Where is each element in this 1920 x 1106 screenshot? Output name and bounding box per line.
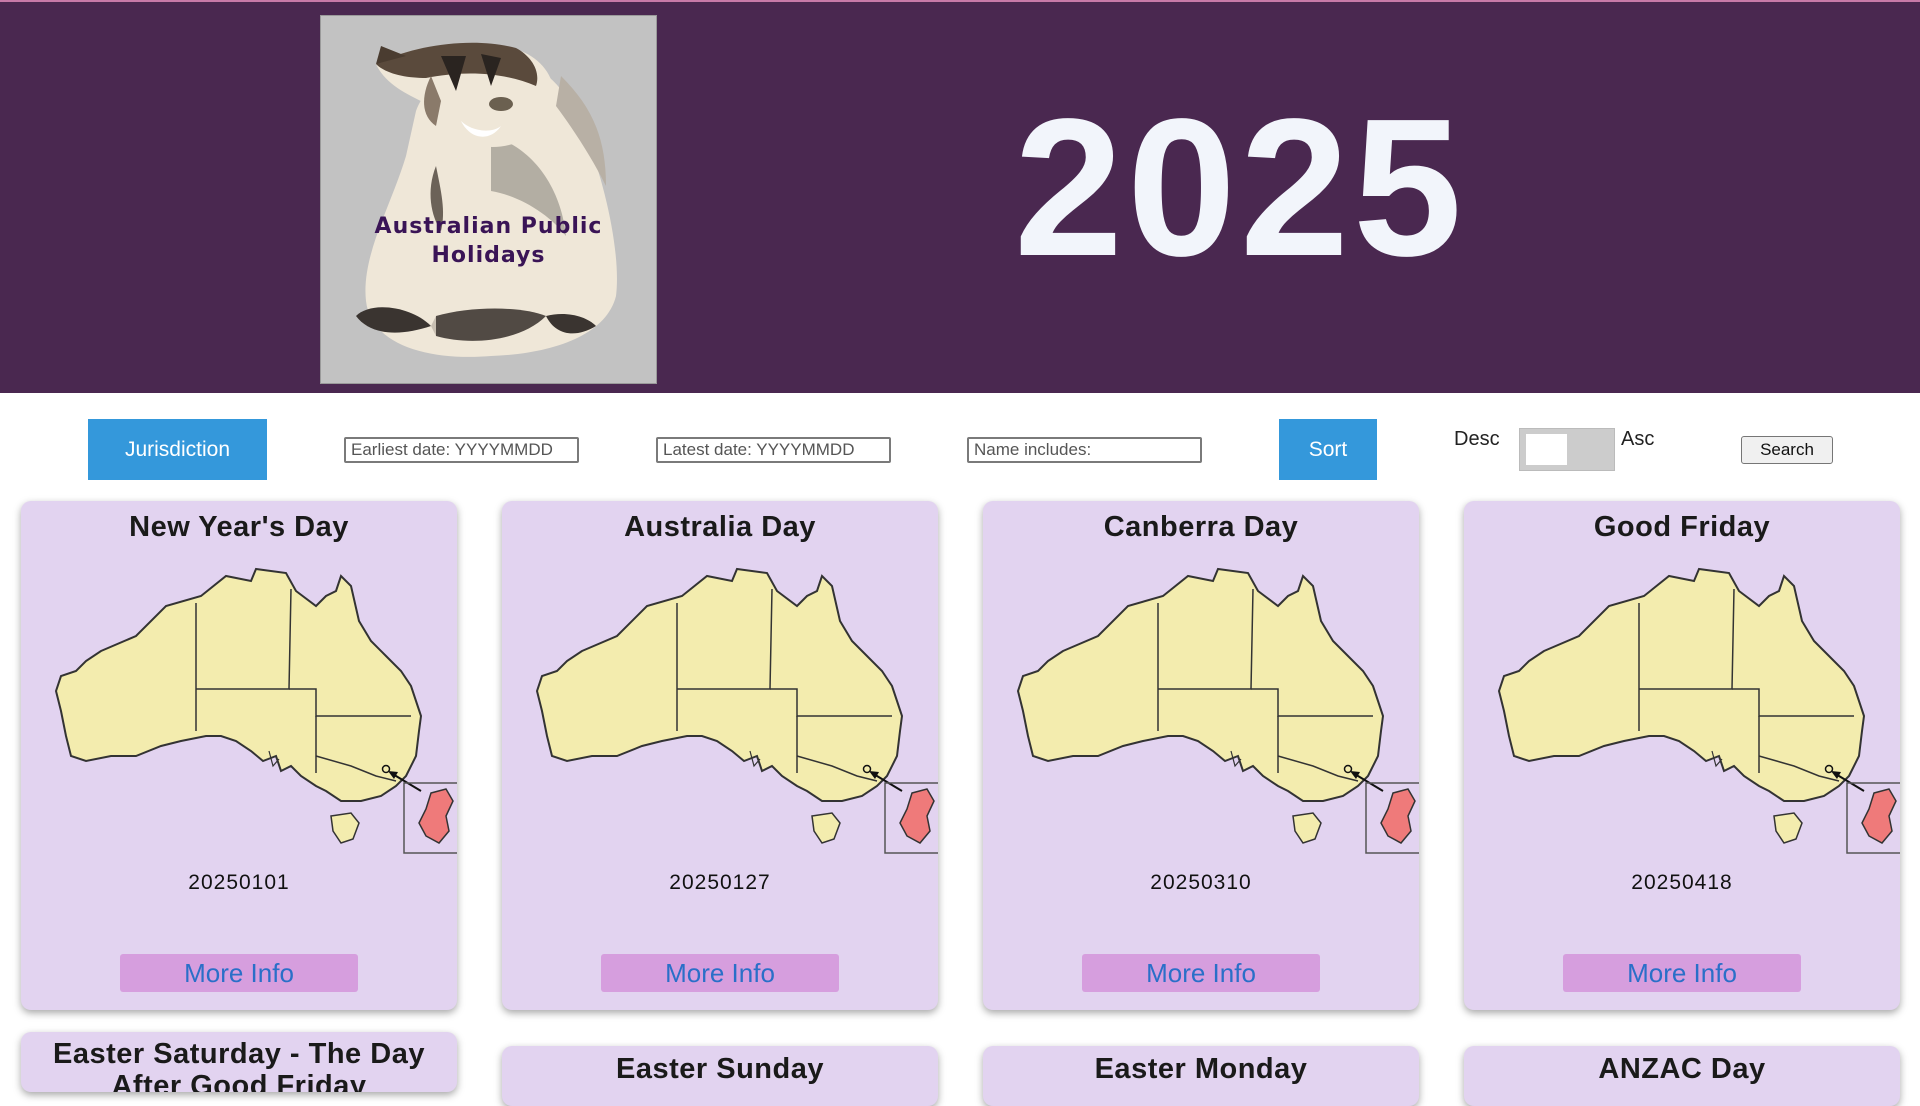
- filter-toolbar: Jurisdiction Sort Desc Asc Search: [0, 393, 1920, 493]
- holiday-title: Easter Sunday: [616, 1053, 824, 1085]
- more-info-button[interactable]: More Info: [601, 954, 839, 992]
- holiday-title: ANZAC Day: [1598, 1053, 1766, 1085]
- jurisdiction-button[interactable]: Jurisdiction: [88, 419, 267, 480]
- site-logo[interactable]: Australian Public Holidays: [320, 15, 657, 384]
- holiday-title: Canberra Day: [1103, 511, 1299, 543]
- sort-order-toggle[interactable]: [1519, 428, 1615, 471]
- toggle-knob[interactable]: [1526, 434, 1567, 465]
- australia-map: [1016, 567, 1419, 854]
- more-info-button[interactable]: More Info: [120, 954, 358, 992]
- holiday-card[interactable]: Good Friday 20250418 More Info: [1464, 501, 1900, 1010]
- holiday-card[interactable]: ANZAC Day: [1464, 1046, 1900, 1106]
- holiday-date: 20250101: [188, 871, 290, 894]
- sort-button[interactable]: Sort: [1279, 419, 1377, 480]
- holiday-title: Good Friday: [1593, 511, 1771, 543]
- holiday-card[interactable]: Easter Monday: [983, 1046, 1419, 1106]
- holiday-card[interactable]: Easter Sunday: [502, 1046, 938, 1106]
- logo-title-line1: Australian Public: [374, 214, 603, 239]
- holiday-card[interactable]: Canberra Day 20250310 More Info: [983, 501, 1419, 1010]
- cat-illustration: [356, 42, 617, 357]
- year-heading: 2025: [1013, 78, 1467, 297]
- holiday-card[interactable]: New Year's Day 20250101 More Info: [21, 501, 457, 1010]
- page-header: Australian Public Holidays 2025: [0, 0, 1920, 393]
- holiday-title: Easter Saturday - The Day: [53, 1038, 425, 1070]
- holiday-title: Easter Monday: [1094, 1053, 1308, 1085]
- desc-label: Desc: [1454, 428, 1500, 450]
- holiday-title: New Year's Day: [129, 511, 349, 543]
- holiday-title-line2: After Good Friday: [111, 1070, 367, 1092]
- name-includes-input[interactable]: [967, 437, 1202, 463]
- holiday-date: 20250418: [1631, 871, 1733, 894]
- australia-map: [54, 567, 457, 854]
- logo-title-line2: Holidays: [431, 243, 546, 268]
- holiday-card[interactable]: Easter Saturday - The Day After Good Fri…: [21, 1032, 457, 1092]
- holiday-date: 20250127: [669, 871, 771, 894]
- holiday-title: Australia Day: [624, 511, 816, 543]
- latest-date-input[interactable]: [656, 437, 891, 463]
- holiday-card[interactable]: Australia Day 20250127 More Info: [502, 501, 938, 1010]
- australia-map: [1497, 567, 1900, 854]
- more-info-button[interactable]: More Info: [1082, 954, 1320, 992]
- holiday-date: 20250310: [1150, 871, 1252, 894]
- asc-label: Asc: [1621, 428, 1655, 450]
- search-button[interactable]: Search: [1741, 436, 1833, 464]
- australia-map: [535, 567, 938, 854]
- earliest-date-input[interactable]: [344, 437, 579, 463]
- more-info-button[interactable]: More Info: [1563, 954, 1801, 992]
- logo-title: Australian Public Holidays: [321, 212, 656, 270]
